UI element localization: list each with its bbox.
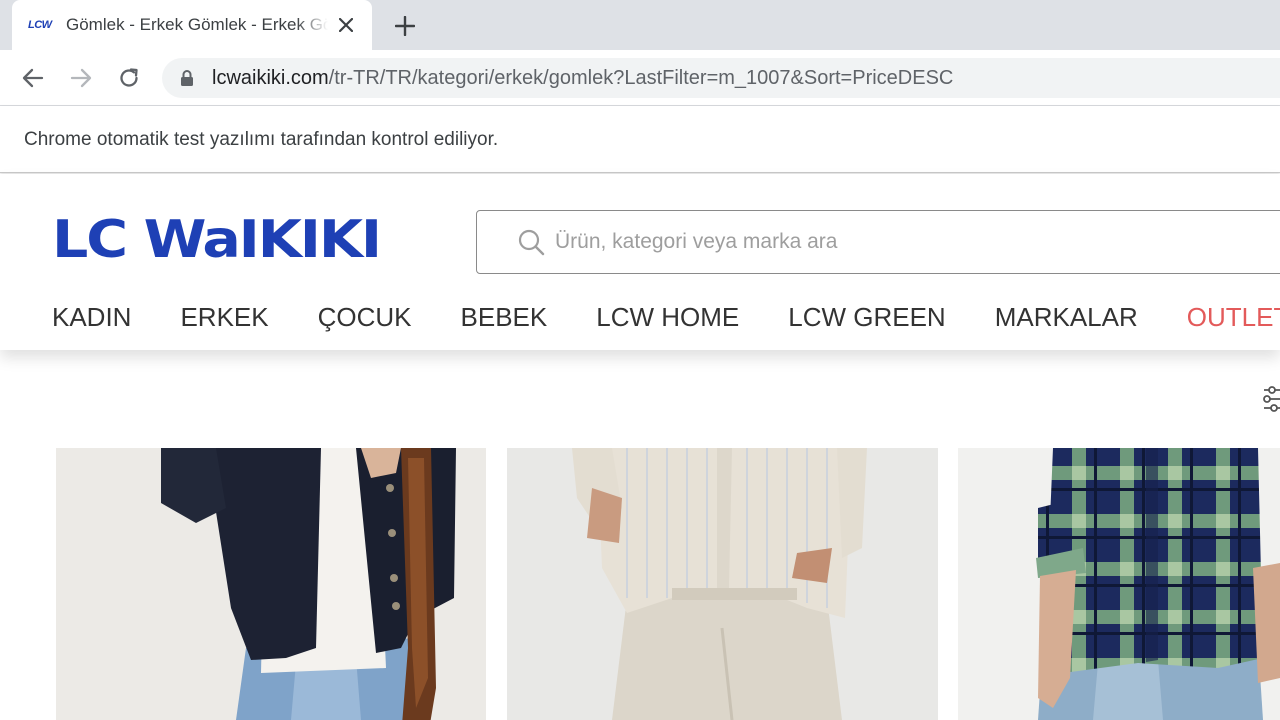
sliders-icon[interactable] [1262, 386, 1280, 412]
lc-waikiki-logo[interactable]: LC WaIKIKI [52, 210, 382, 269]
search-input[interactable] [553, 229, 1157, 255]
lock-icon[interactable] [180, 69, 194, 87]
arrow-right-icon [70, 68, 92, 88]
address-bar[interactable]: lcwaikiki.com/tr-TR/TR/kategori/erkek/go… [162, 58, 1280, 98]
browser-tab[interactable]: LCW Gömlek - Erkek Gömlek - Erkek Gömlek… [12, 0, 372, 50]
svg-text:LC WaIKIKI: LC WaIKIKI [52, 212, 380, 265]
search-box[interactable] [476, 210, 1280, 274]
back-button[interactable] [17, 62, 49, 94]
nav-item-markalar[interactable]: MARKALAR [995, 298, 1138, 338]
product-grid [0, 448, 1280, 720]
nav-item-cocuk[interactable]: ÇOCUK [318, 298, 412, 338]
reload-button[interactable] [113, 62, 145, 94]
nav-item-lcw-home[interactable]: LCW HOME [596, 298, 739, 338]
forward-button[interactable] [65, 62, 97, 94]
nav-item-bebek[interactable]: BEBEK [461, 298, 548, 338]
url-host: lcwaikiki.com [212, 66, 329, 89]
close-icon[interactable] [334, 13, 358, 37]
automation-infobar: Chrome otomatik test yazılımı tarafından… [0, 106, 1280, 173]
reload-icon [120, 68, 138, 87]
product-image-plaid-shirt[interactable] [958, 448, 1280, 720]
product-card[interactable] [56, 448, 486, 720]
product-image-navy-jacket[interactable] [56, 448, 486, 720]
browser-toolbar: lcwaikiki.com/tr-TR/TR/kategori/erkek/go… [0, 50, 1280, 106]
infobar-message: Chrome otomatik test yazılımı tarafından… [24, 129, 499, 150]
new-tab-button[interactable] [390, 12, 420, 40]
nav-item-erkek[interactable]: ERKEK [180, 298, 268, 338]
arrow-left-icon [22, 68, 44, 88]
tab-title: Gömlek - Erkek Gömlek - Erkek Gömlek Mod… [66, 15, 328, 34]
main-nav: KADIN ERKEK ÇOCUK BEBEK LCW HOME LCW GRE… [52, 298, 1280, 338]
plus-icon [395, 16, 415, 36]
nav-item-kadin[interactable]: KADIN [52, 298, 131, 338]
lcw-favicon-icon: LCW [28, 19, 52, 31]
site-header: LC WaIKIKI KADIN ERKEK ÇOCUK BEBEK LCW H… [0, 174, 1280, 350]
nav-item-outlet[interactable]: OUTLET [1187, 298, 1280, 338]
search-icon [518, 229, 545, 256]
product-image-beige-striped-shirt[interactable] [507, 448, 938, 720]
url-text[interactable]: lcwaikiki.com/tr-TR/TR/kategori/erkek/go… [212, 67, 953, 90]
url-path: /tr-TR/TR/kategori/erkek/gomlek?LastFilt… [328, 66, 954, 89]
browser-tab-strip: LCW Gömlek - Erkek Gömlek - Erkek Gömlek… [0, 0, 1280, 50]
nav-item-lcw-green[interactable]: LCW GREEN [788, 298, 945, 338]
product-card[interactable] [507, 448, 938, 720]
product-card[interactable] [958, 448, 1280, 720]
filter-bar [0, 350, 1280, 448]
